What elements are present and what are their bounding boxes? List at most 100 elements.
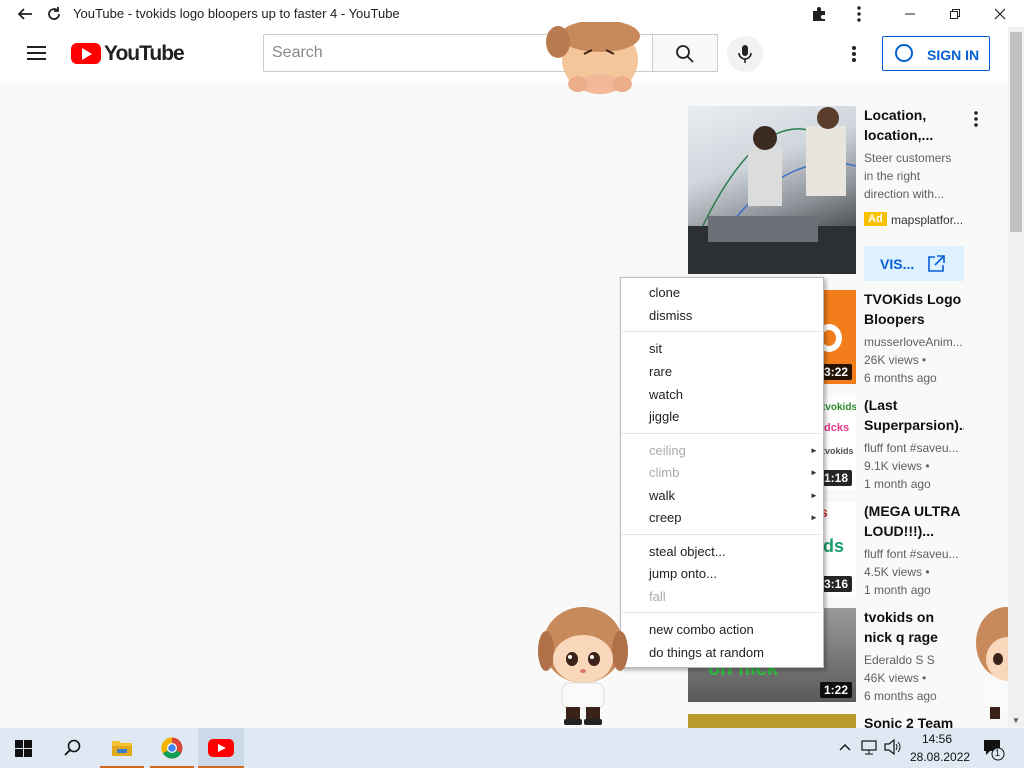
video-channel[interactable]: Ederaldo S S [864,651,964,669]
menu-item-do-things-at-random[interactable]: do things at random [649,645,764,660]
video-views: 26K views • [864,353,927,367]
video-duration: 3:22 [819,364,852,380]
video-age: 1 month ago [864,583,931,597]
menu-separator [622,612,821,613]
youtube-masthead: YouTube SIGN IN [0,27,1008,83]
video-thumbnail[interactable] [688,714,856,728]
menu-item-watch[interactable]: watch [649,387,683,402]
minimize-icon[interactable] [900,4,920,24]
account-circle-icon [895,44,913,62]
video-channel[interactable]: fluff font #saveu... [864,545,964,563]
desktop-pet-context-menu: clone dismiss sit rare watch jiggle ceil… [620,277,824,668]
menu-item-steal-object[interactable]: steal object... [649,544,726,559]
youtube-icon [208,739,234,757]
back-arrow-icon[interactable] [15,4,35,24]
menu-item-rare[interactable]: rare [649,364,672,379]
video-age: 6 months ago [864,371,937,385]
browser-menu-icon[interactable] [849,4,869,24]
menu-item-creep[interactable]: creep [649,510,682,525]
chrome-icon [161,737,183,759]
menu-item-climb: climb [649,465,680,480]
submenu-arrow-icon: ► [810,468,818,477]
close-icon[interactable] [990,4,1010,24]
reload-icon[interactable] [44,4,64,24]
menu-item-jump-onto[interactable]: jump onto... [649,566,717,581]
search-icon [64,739,81,756]
windows-taskbar: 14:56 28.08.2022 1 [0,728,1024,768]
notification-count: 1 [995,748,1001,758]
taskbar-youtube[interactable] [198,728,244,768]
browser-title-bar: YouTube - tvokids logo bloopers up to fa… [0,0,1024,27]
menu-item-clone[interactable]: clone [649,285,680,300]
page-scrollbar[interactable]: ▼ [1008,27,1024,727]
video-views: 9.1K views • [864,459,930,473]
desktop-pet-sprite[interactable] [538,603,628,727]
show-hidden-icons-chevron-icon[interactable] [838,740,852,754]
ad-description-line: direction with... [864,187,945,201]
restore-icon[interactable] [945,4,965,24]
menu-separator [622,534,821,535]
settings-more-icon[interactable] [844,41,864,67]
volume-icon[interactable] [884,738,902,756]
open-external-icon [928,255,945,272]
video-views: 4.5K views • [864,565,930,579]
ad-description-line: in the right [864,169,921,183]
submenu-arrow-icon: ► [810,513,818,522]
video-age: 6 months ago [864,689,937,703]
submenu-arrow-icon: ► [810,446,818,455]
video-title[interactable]: (Last Superparsion)... [864,395,964,435]
hamburger-menu-icon[interactable] [20,39,52,69]
sign-in-button[interactable]: SIGN IN [882,36,990,71]
ad-thumbnail[interactable] [688,106,856,274]
video-title[interactable]: TVOKids Logo Bloopers Thre... [864,289,964,329]
folder-icon [112,741,132,756]
search-input[interactable] [270,43,534,63]
desktop-pet-sprite[interactable] [976,603,1008,723]
menu-item-walk[interactable]: walk [649,488,675,503]
ad-description-line: Steer customers [864,151,952,165]
clock-time[interactable]: 14:56 [922,732,952,746]
menu-item-new-combo-action[interactable]: new combo action [649,622,754,637]
ad-badge: Ad [864,212,887,226]
video-views: 46K views • [864,671,927,685]
video-age: 1 month ago [864,477,931,491]
action-center-button[interactable]: 1 [982,737,1008,761]
video-title[interactable]: Sonic 2 Team [864,713,964,728]
menu-item-ceiling: ceiling [649,443,686,458]
menu-item-dismiss[interactable]: dismiss [649,308,692,323]
network-icon[interactable] [861,739,879,755]
video-title[interactable]: tvokids on nick q rage [864,607,964,647]
scroll-down-arrow-icon[interactable]: ▼ [1012,716,1020,725]
menu-item-sit[interactable]: sit [649,341,662,356]
video-title[interactable]: (MEGA ULTRA LOUD!!!)... [864,501,964,541]
ad-title[interactable]: Location, location,... [864,105,964,145]
search-icon [676,45,694,63]
microphone-icon [738,45,752,63]
taskbar-chrome[interactable] [150,728,194,768]
start-button[interactable] [0,728,44,768]
video-duration: 1:22 [819,682,852,698]
video-channel[interactable]: fluff font #saveu... [864,439,964,457]
visit-site-button[interactable]: VIS... [864,246,964,281]
video-duration: 3:16 [819,576,852,592]
video-channel[interactable]: musserloveAnim... [864,333,964,351]
menu-item-jiggle[interactable]: jiggle [649,409,679,424]
extensions-puzzle-icon[interactable] [809,4,829,24]
ad-more-options-icon[interactable] [968,110,984,130]
voice-search-button[interactable] [727,36,763,72]
menu-separator [622,433,821,434]
window-title: YouTube - tvokids logo bloopers up to fa… [73,6,400,21]
taskbar-file-explorer[interactable] [100,728,144,768]
search-button[interactable] [653,34,718,72]
youtube-logo-icon[interactable] [71,43,101,64]
youtube-logo-text[interactable]: YouTube [104,42,185,66]
menu-separator [622,331,821,332]
ad-advertiser: mapsplatfor... [891,213,964,227]
clock-date[interactable]: 28.08.2022 [910,750,970,764]
submenu-arrow-icon: ► [810,491,818,500]
video-duration: 1:18 [819,470,852,486]
scrollbar-thumb[interactable] [1010,32,1022,232]
desktop-pet-sprite[interactable] [540,22,654,100]
menu-item-fall: fall [649,589,666,604]
taskbar-search-button[interactable] [50,728,94,768]
